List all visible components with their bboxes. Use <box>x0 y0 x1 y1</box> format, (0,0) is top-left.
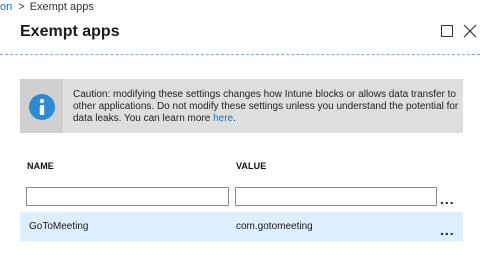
breadcrumb-separator: > <box>18 1 25 13</box>
header-divider <box>0 54 480 55</box>
row-name-cell: GoToMeeting <box>29 221 89 232</box>
breadcrumb: on > Exempt apps <box>0 0 94 14</box>
info-banner-trailing: . <box>233 113 236 124</box>
row-more-button[interactable]: ... <box>440 223 455 237</box>
new-row-more-button[interactable]: ... <box>440 192 455 206</box>
maximize-icon[interactable] <box>441 25 453 37</box>
breadcrumb-current: Exempt apps <box>29 1 94 13</box>
page-title: Exempt apps <box>20 23 120 40</box>
column-header-value: VALUE <box>236 161 267 171</box>
info-icon <box>29 94 55 120</box>
info-banner-message: Caution: modifying these settings change… <box>73 89 459 124</box>
info-banner: Caution: modifying these settings change… <box>20 79 463 133</box>
info-icon-container <box>20 79 62 133</box>
info-banner-text: Caution: modifying these settings change… <box>73 89 461 125</box>
table-row[interactable]: GoToMeeting com.gotomeeting ... <box>20 212 463 241</box>
column-header-name: NAME <box>27 161 54 171</box>
learn-more-link[interactable]: here <box>213 113 233 124</box>
breadcrumb-parent-link[interactable]: on <box>0 1 12 13</box>
row-value-cell: com.gotomeeting <box>236 221 313 232</box>
name-input[interactable] <box>26 187 229 206</box>
value-input[interactable] <box>235 187 437 206</box>
close-icon[interactable] <box>463 24 477 38</box>
